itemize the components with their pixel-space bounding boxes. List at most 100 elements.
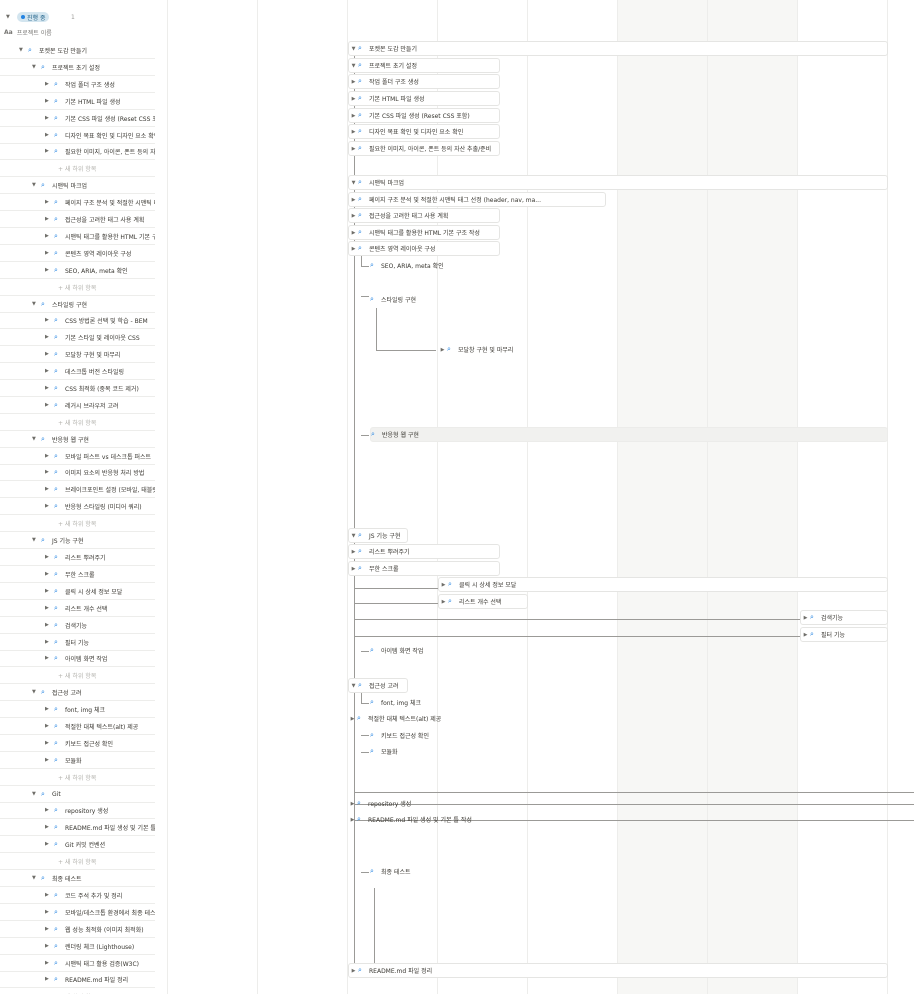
chevron-right-icon[interactable]: ▶ [45, 622, 54, 628]
chevron-right-icon[interactable]: ▶ [439, 582, 448, 588]
timeline-bar[interactable]: ⌕ 스타일링 구현 [370, 292, 416, 307]
timeline-bar[interactable]: ▶ ⌕ 필터 기능 [800, 627, 888, 642]
chevron-right-icon[interactable]: ▶ [45, 132, 54, 138]
chevron-right-icon[interactable]: ▶ [45, 740, 54, 746]
tree-item[interactable]: ▶⌕ 기본 CSS 파일 생성 (Reset CSS 포함) [0, 110, 155, 126]
timeline-bar[interactable]: ▶ ⌕ README.md 파일 생성 및 기본 틀 작성 [348, 812, 472, 827]
new-subitem-button[interactable]: + 새 하위 항목 [0, 414, 155, 430]
tree-item[interactable]: ▶ ⌕ 아이템 화면 작업 [0, 650, 155, 666]
chevron-right-icon[interactable]: ▶ [348, 716, 357, 722]
timeline-bar[interactable]: ⌕ SEO, ARIA, meta 확인 [370, 258, 444, 273]
timeline-bar[interactable]: ▼ ⌕ 시맨틱 마크업 [348, 175, 888, 190]
status-badge[interactable]: 진행 중 [17, 12, 50, 22]
timeline-bar[interactable]: ▶ ⌕ 페이지 구조 분석 및 적절한 시맨틱 태그 선정 (header, nav… [348, 192, 606, 207]
chevron-right-icon[interactable]: ▶ [45, 807, 54, 813]
chevron-down-icon[interactable]: ▼ [32, 301, 41, 307]
tree-item[interactable]: ▶ ⌕ 렌더링 체크 (Lighthouse) [0, 938, 155, 954]
chevron-right-icon[interactable]: ▶ [439, 599, 448, 605]
chevron-down-icon[interactable]: ▼ [32, 182, 41, 188]
chevron-right-icon[interactable]: ▶ [45, 503, 54, 509]
chevron-right-icon[interactable]: ▶ [45, 554, 54, 560]
tree-item[interactable]: ▶⌕ 페이지 구조 분석 및 적절한 시맨틱 태그 선정 [0, 194, 155, 210]
timeline-bar[interactable]: ▶ ⌕ 기본 HTML 파일 생성 [348, 91, 500, 106]
chevron-right-icon[interactable]: ▶ [438, 347, 447, 353]
chevron-right-icon[interactable]: ▶ [45, 250, 54, 256]
group-toggle[interactable]: ▼ [6, 12, 10, 22]
tree-item[interactable]: ▶ ⌕ CSS 최적화 (중복 코드 제거) [0, 380, 155, 396]
tree-item[interactable]: ▶ ⌕ 필터 기능 [0, 634, 155, 650]
new-subitem-button[interactable]: + 새 하위 항목 [0, 769, 155, 785]
tree-item-group[interactable]: ▼ ⌕ 프로젝트 초기 설정 [0, 59, 155, 75]
chevron-right-icon[interactable]: ▶ [45, 841, 54, 847]
tree-item[interactable]: ▶⌕ 필요한 이미지, 아이콘, 폰트 등의 자산 추출/준비 [0, 143, 155, 159]
tree-item-group[interactable]: ▼ ⌕ 접근성 고려 [0, 684, 155, 700]
timeline-bar[interactable]: ▶ ⌕ 시맨틱 태그를 활용한 HTML 기본 구조 작성 [348, 225, 500, 240]
timeline-bar[interactable]: ⌕ 반응형 웹 구현 [370, 427, 888, 442]
tree-item[interactable]: ▶ ⌕ 기본 스타일 및 레이아웃 CSS [0, 329, 155, 345]
chevron-right-icon[interactable]: ▶ [801, 632, 810, 638]
tree-item[interactable]: ▶ ⌕ 클릭 시 상세 정보 모달 [0, 583, 155, 599]
tree-item[interactable]: ▶ ⌕ 기본 HTML 파일 생성 [0, 93, 155, 109]
chevron-right-icon[interactable]: ▶ [45, 892, 54, 898]
chevron-right-icon[interactable]: ▶ [349, 113, 358, 119]
chevron-right-icon[interactable]: ▶ [45, 233, 54, 239]
timeline-bar[interactable]: ▶ ⌕ 접근성을 고려한 태그 사용 계획 [348, 208, 500, 223]
chevron-down-icon[interactable]: ▼ [349, 683, 358, 689]
chevron-right-icon[interactable]: ▶ [348, 801, 357, 807]
timeline-bar[interactable]: ▶ ⌕ 디자인 목표 확인 및 디자인 요소 확인 [348, 124, 500, 139]
chevron-right-icon[interactable]: ▶ [45, 216, 54, 222]
tree-item[interactable]: ▶ ⌕ Git 커밋 컨벤션 [0, 836, 155, 852]
tree-item[interactable]: ▶ ⌕ SEO, ARIA, meta 확인 [0, 262, 155, 278]
chevron-right-icon[interactable]: ▶ [45, 605, 54, 611]
timeline-bar[interactable]: ▶ ⌕ 검색기능 [800, 610, 888, 625]
tree-item[interactable]: ▶ ⌕ 모바일/데스크톱 환경에서 최종 테스트 [0, 904, 155, 920]
tree-item[interactable]: ▶ ⌕ 모듈화 [0, 752, 155, 768]
tree-item-group[interactable]: ▼ ⌕ 최종 테스트 [0, 870, 155, 886]
new-subitem-button[interactable]: + 새 하위 항목 [0, 160, 155, 176]
timeline-bar[interactable]: ▶ ⌕ 리스트 뿌려주기 [348, 544, 500, 559]
tree-item[interactable]: ▶ ⌕ 모바일 퍼스트 vs 데스크톱 퍼스트 [0, 448, 155, 464]
tree-item[interactable]: ▶ ⌕ CSS 방법론 선택 및 학습 - BEM [0, 312, 155, 328]
timeline-bar[interactable]: ▶ ⌕ 무한 스크롤 [348, 561, 500, 576]
timeline-bar[interactable]: ▶ ⌕ repository 생성 [348, 796, 412, 811]
chevron-right-icon[interactable]: ▶ [45, 486, 54, 492]
chevron-down-icon[interactable]: ▼ [349, 46, 358, 52]
chevron-down-icon[interactable]: ▼ [349, 63, 358, 69]
chevron-down-icon[interactable]: ▼ [19, 47, 28, 53]
chevron-right-icon[interactable]: ▶ [45, 926, 54, 932]
timeline-bar[interactable]: ⌕ 아이템 화면 작업 [370, 643, 423, 658]
chevron-down-icon[interactable]: ▼ [32, 64, 41, 70]
chevron-right-icon[interactable]: ▶ [349, 129, 358, 135]
chevron-right-icon[interactable]: ▶ [45, 571, 54, 577]
timeline-bar[interactable]: ⌕ font, img 체크 [370, 695, 421, 710]
tree-item-root[interactable]: ▼ ⌕ 포켓몬 도감 만들기 [0, 42, 155, 58]
tree-item[interactable]: ▶ ⌕ 데스크톱 버전 스타일링 [0, 363, 155, 379]
chevron-down-icon[interactable]: ▼ [32, 875, 41, 881]
chevron-right-icon[interactable]: ▶ [349, 146, 358, 152]
chevron-right-icon[interactable]: ▶ [349, 230, 358, 236]
new-subitem-button[interactable]: + 새 하위 항목 [0, 667, 155, 683]
chevron-right-icon[interactable]: ▶ [45, 148, 54, 154]
tree-item[interactable]: ▶ ⌕ 무한 스크롤 [0, 566, 155, 582]
chevron-right-icon[interactable]: ▶ [349, 968, 358, 974]
chevron-right-icon[interactable]: ▶ [45, 385, 54, 391]
new-subitem-button[interactable]: + 새 하위 항목 [0, 279, 155, 295]
tree-item[interactable]: ▶ ⌕ 검색기능 [0, 617, 155, 633]
timeline-bar[interactable]: ▼ ⌕ 접근성 고려 [348, 678, 408, 693]
tree-item[interactable]: ▶ ⌕ 이미지 요소의 반응형 처리 방법 [0, 464, 155, 480]
new-subitem-button[interactable]: + 새 하위 항목 [0, 988, 155, 994]
timeline-bar[interactable]: ▶ ⌕ 콘텐츠 영역 레이아웃 구성 [348, 241, 500, 256]
timeline-bar[interactable]: ▼ ⌕ 프로젝트 초기 설정 [348, 58, 500, 73]
timeline-bar[interactable]: ▶ ⌕ 모달창 구현 및 마무리 [438, 342, 514, 357]
tree-item-group[interactable]: ▼ ⌕ JS 기능 구현 [0, 532, 155, 548]
tree-item[interactable]: ▶ ⌕ 코드 주석 추가 및 정리 [0, 887, 155, 903]
timeline-bar[interactable]: ⌕ 키보드 접근성 확인 [370, 728, 429, 743]
chevron-right-icon[interactable]: ▶ [45, 98, 54, 104]
timeline-bar[interactable]: ⌕ 최종 테스트 [370, 864, 411, 879]
chevron-right-icon[interactable]: ▶ [349, 246, 358, 252]
tree-item[interactable]: ▶ ⌕ 키보드 접근성 확인 [0, 735, 155, 751]
timeline-bar[interactable]: ▶ ⌕ README.md 파일 정리 [348, 963, 888, 978]
timeline-bar[interactable]: ▶ ⌕ 클릭 시 상세 정보 모달 [438, 577, 888, 592]
tree-item[interactable]: ▶ ⌕ 레거시 브라우저 고려 [0, 397, 155, 413]
tree-item[interactable]: ▶ ⌕ 시맨틱 태그 활용 검증(W3C) [0, 955, 155, 971]
